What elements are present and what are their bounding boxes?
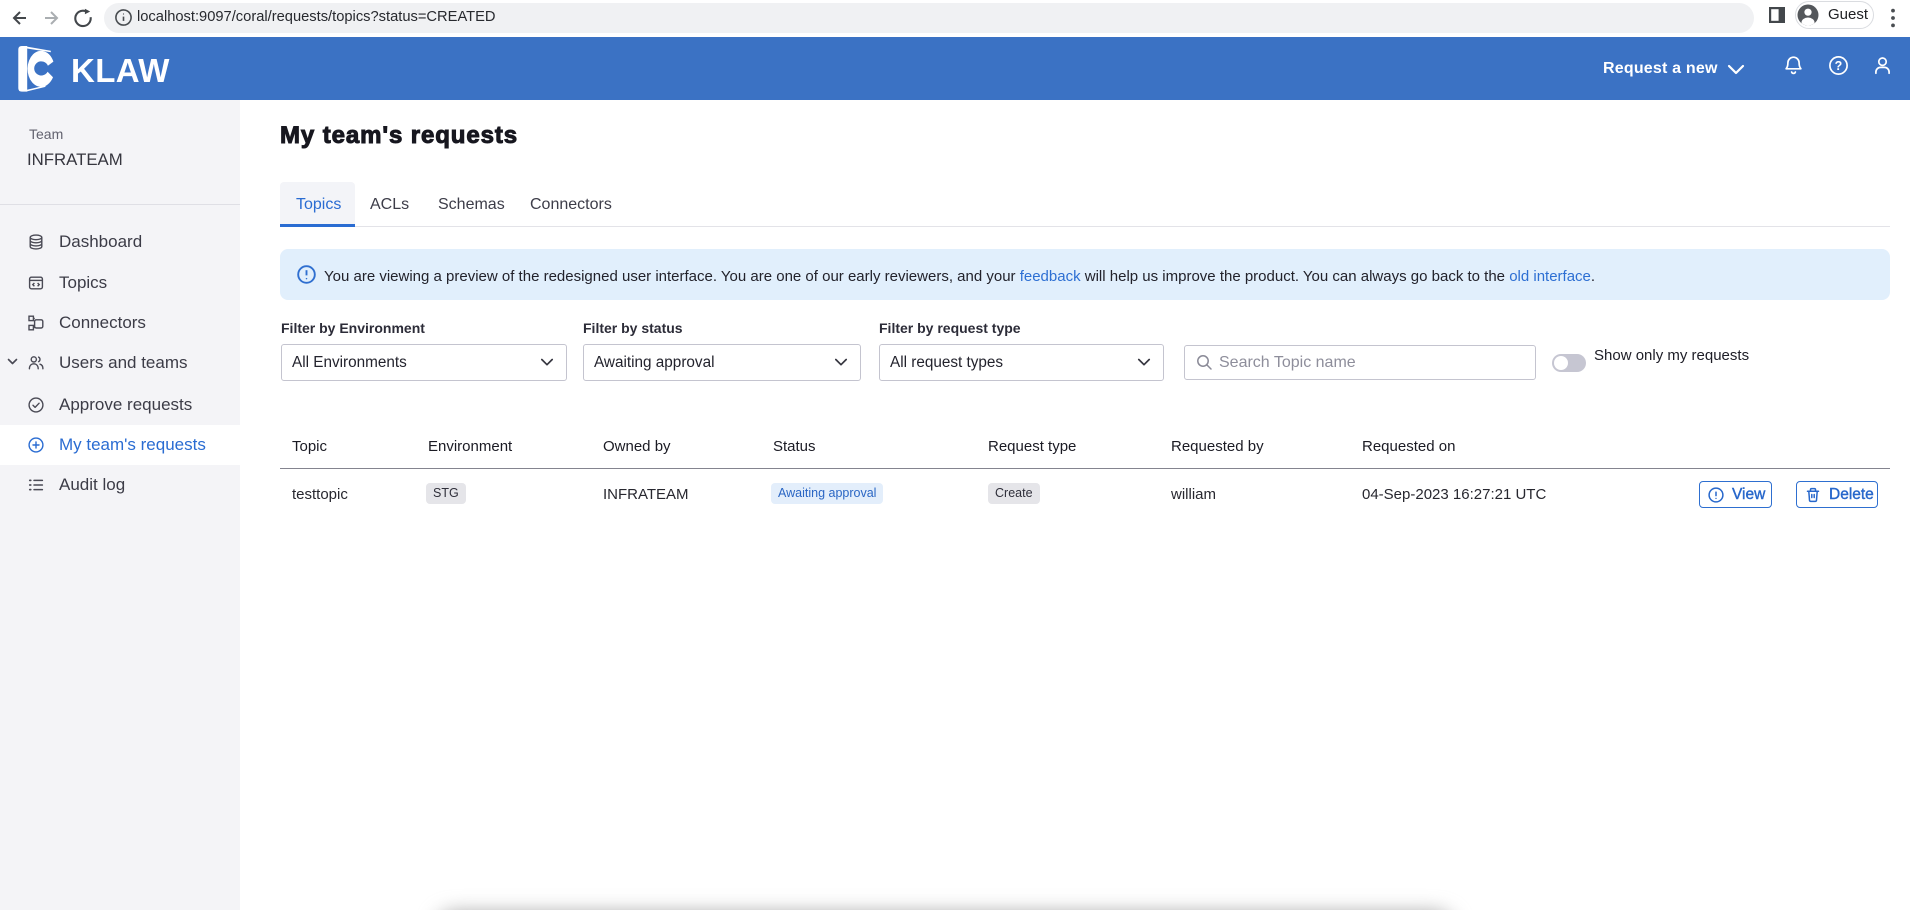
svg-text:?: ?: [1835, 59, 1843, 73]
